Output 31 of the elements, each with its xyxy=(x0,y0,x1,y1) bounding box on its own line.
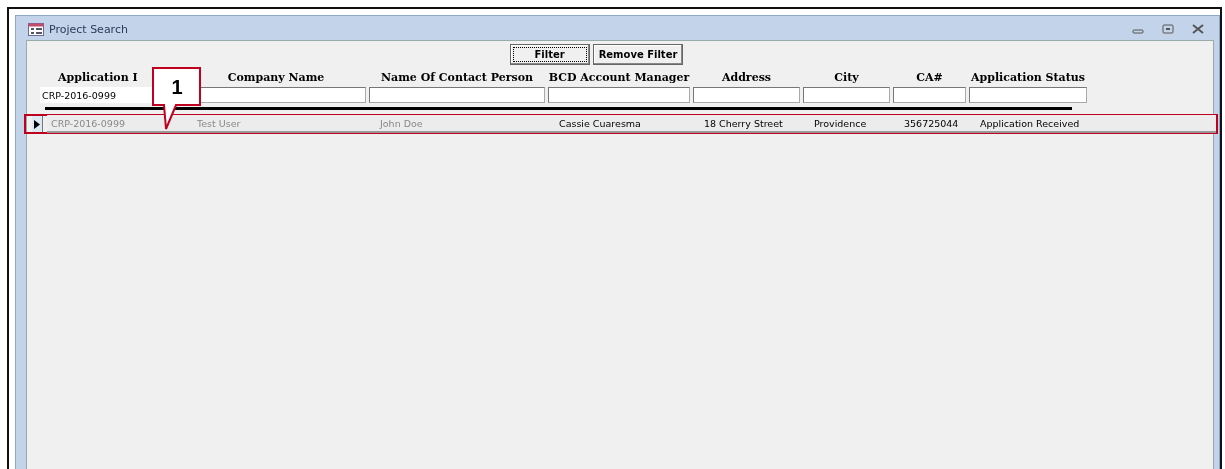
column-header: CA# xyxy=(916,71,943,84)
form-icon xyxy=(28,22,44,36)
filter-button[interactable]: Remove Filter xyxy=(592,44,684,65)
table-cell-text: Test User xyxy=(196,117,242,129)
filter-field[interactable] xyxy=(548,87,690,103)
table-cell-text: Providence xyxy=(813,117,868,129)
restore-icon[interactable] xyxy=(1162,24,1174,34)
filter-field[interactable] xyxy=(369,87,545,103)
filter-field[interactable] xyxy=(693,87,800,103)
column-header: Address xyxy=(721,71,772,84)
current-record-icon xyxy=(34,119,40,129)
table-cell-text: 18 Cherry Street xyxy=(703,117,784,129)
column-header: Company Name xyxy=(227,71,325,84)
window-title: Project Search xyxy=(49,22,128,36)
table-cell-text: Cassie Cuaresma xyxy=(558,117,642,129)
filter-field[interactable] xyxy=(969,87,1087,103)
record-selector[interactable] xyxy=(32,116,43,132)
filter-button[interactable]: Filter xyxy=(509,44,590,65)
column-header: BCD Account Manager xyxy=(548,71,690,84)
record-row[interactable]: CRP-2016-0999 Test User John Doe Cassie Cuaresma 18 Cherry Street Providence 356725044 Application Received xyxy=(24,114,1218,134)
column-header: Application Status xyxy=(971,71,1085,84)
column-header: Name Of Contact Person xyxy=(381,71,533,84)
table-cell-text: 356725044 xyxy=(903,117,960,129)
filter-field[interactable] xyxy=(803,87,890,103)
table-cell-text: Application Received xyxy=(979,117,1081,129)
filter-field[interactable] xyxy=(893,87,966,103)
table-cell-text: CRP-2016-0999 xyxy=(50,117,126,129)
column-header: City xyxy=(834,71,859,84)
close-icon[interactable] xyxy=(1192,24,1204,34)
table-cell-text: John Doe xyxy=(378,117,424,129)
column-header: Application I xyxy=(58,71,138,84)
